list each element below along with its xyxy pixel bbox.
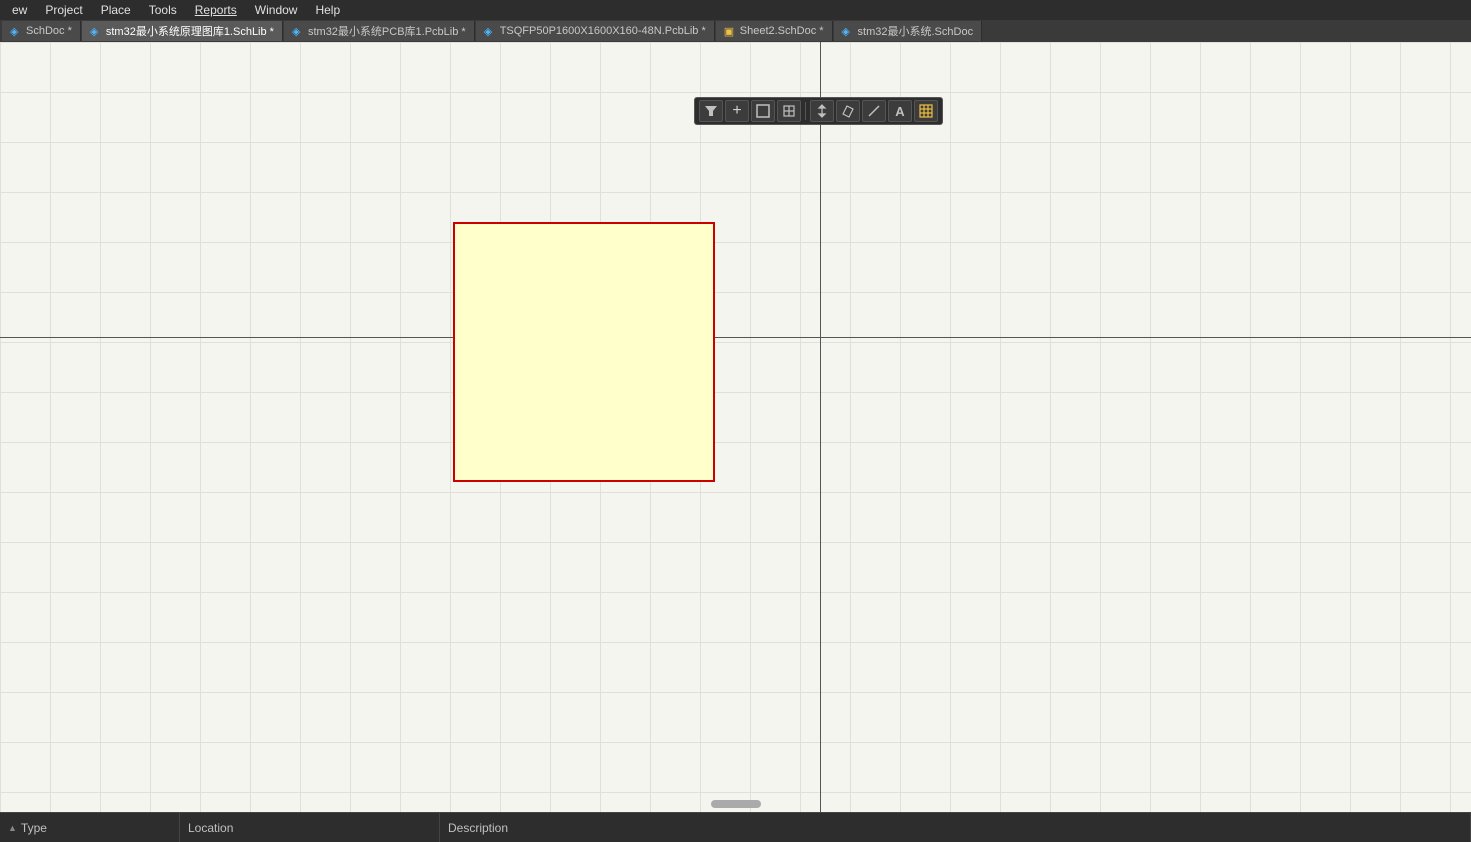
menu-tools[interactable]: Tools: [141, 1, 185, 19]
toolbar-container: +: [694, 97, 943, 125]
location-col-label: Location: [188, 821, 233, 835]
toolbar-line-btn[interactable]: [862, 100, 886, 122]
toolbar-filter-btn[interactable]: [699, 100, 723, 122]
tab-schdoc-icon: ◈: [10, 25, 22, 37]
tab-schlib1[interactable]: ◈ stm32最小系统原理图库1.SchLib *: [82, 21, 283, 41]
type-col-label: Type: [21, 821, 47, 835]
menu-help[interactable]: Help: [307, 1, 348, 19]
tabs-bar: ◈ SchDoc * ◈ stm32最小系统原理图库1.SchLib * ◈ s…: [0, 20, 1471, 42]
tab-sheet2-icon: ▣: [724, 25, 736, 37]
component-outline-rect[interactable]: [453, 222, 715, 482]
menu-ew[interactable]: ew: [4, 1, 35, 19]
toolbar-pin-btn[interactable]: [777, 100, 801, 122]
crosshair-horizontal: [0, 337, 1471, 338]
tab-schlib2-icon: ◈: [842, 25, 854, 37]
status-type-col[interactable]: ▲ Type: [0, 813, 180, 842]
description-col-label: Description: [448, 821, 508, 835]
toolbar-text-btn[interactable]: A: [888, 100, 912, 122]
status-description-col[interactable]: Description: [440, 813, 1471, 842]
horizontal-scrollbar[interactable]: [711, 800, 761, 808]
type-sort-icon: ▲: [8, 823, 17, 833]
status-location-col[interactable]: Location: [180, 813, 440, 842]
toolbar-sep1: [805, 102, 806, 120]
toolbar-rect-btn[interactable]: [751, 100, 775, 122]
menu-window[interactable]: Window: [247, 1, 306, 19]
toolbar-add-btn[interactable]: +: [725, 100, 749, 122]
tab-schlib2[interactable]: ◈ stm32最小系统.SchDoc: [834, 21, 983, 41]
toolbar-move-btn[interactable]: [810, 100, 834, 122]
menu-bar: ew Project Place Tools Reports Window He…: [0, 0, 1471, 20]
toolbar-eraser-btn[interactable]: [836, 100, 860, 122]
menu-project[interactable]: Project: [37, 1, 90, 19]
crosshair-vertical: [820, 42, 821, 812]
tab-pcblib2-icon: ◈: [484, 25, 496, 37]
toolbar: +: [694, 97, 943, 125]
tab-pcblib1-icon: ◈: [292, 25, 304, 37]
tab-sheet2[interactable]: ▣ Sheet2.SchDoc *: [716, 21, 833, 41]
tab-schlib1-icon: ◈: [90, 25, 102, 37]
tab-schdoc[interactable]: ◈ SchDoc *: [2, 21, 81, 41]
tab-pcblib1[interactable]: ◈ stm32最小系统PCB库1.PcbLib *: [284, 21, 475, 41]
status-bar: ▲ Type Location Description: [0, 812, 1471, 842]
tab-pcblib2[interactable]: ◈ TSQFP50P1600X1600X160-48N.PcbLib *: [476, 21, 715, 41]
toolbar-component-btn[interactable]: [914, 100, 938, 122]
menu-reports[interactable]: Reports: [187, 1, 245, 19]
canvas-area[interactable]: +: [0, 42, 1471, 812]
menu-place[interactable]: Place: [93, 1, 139, 19]
